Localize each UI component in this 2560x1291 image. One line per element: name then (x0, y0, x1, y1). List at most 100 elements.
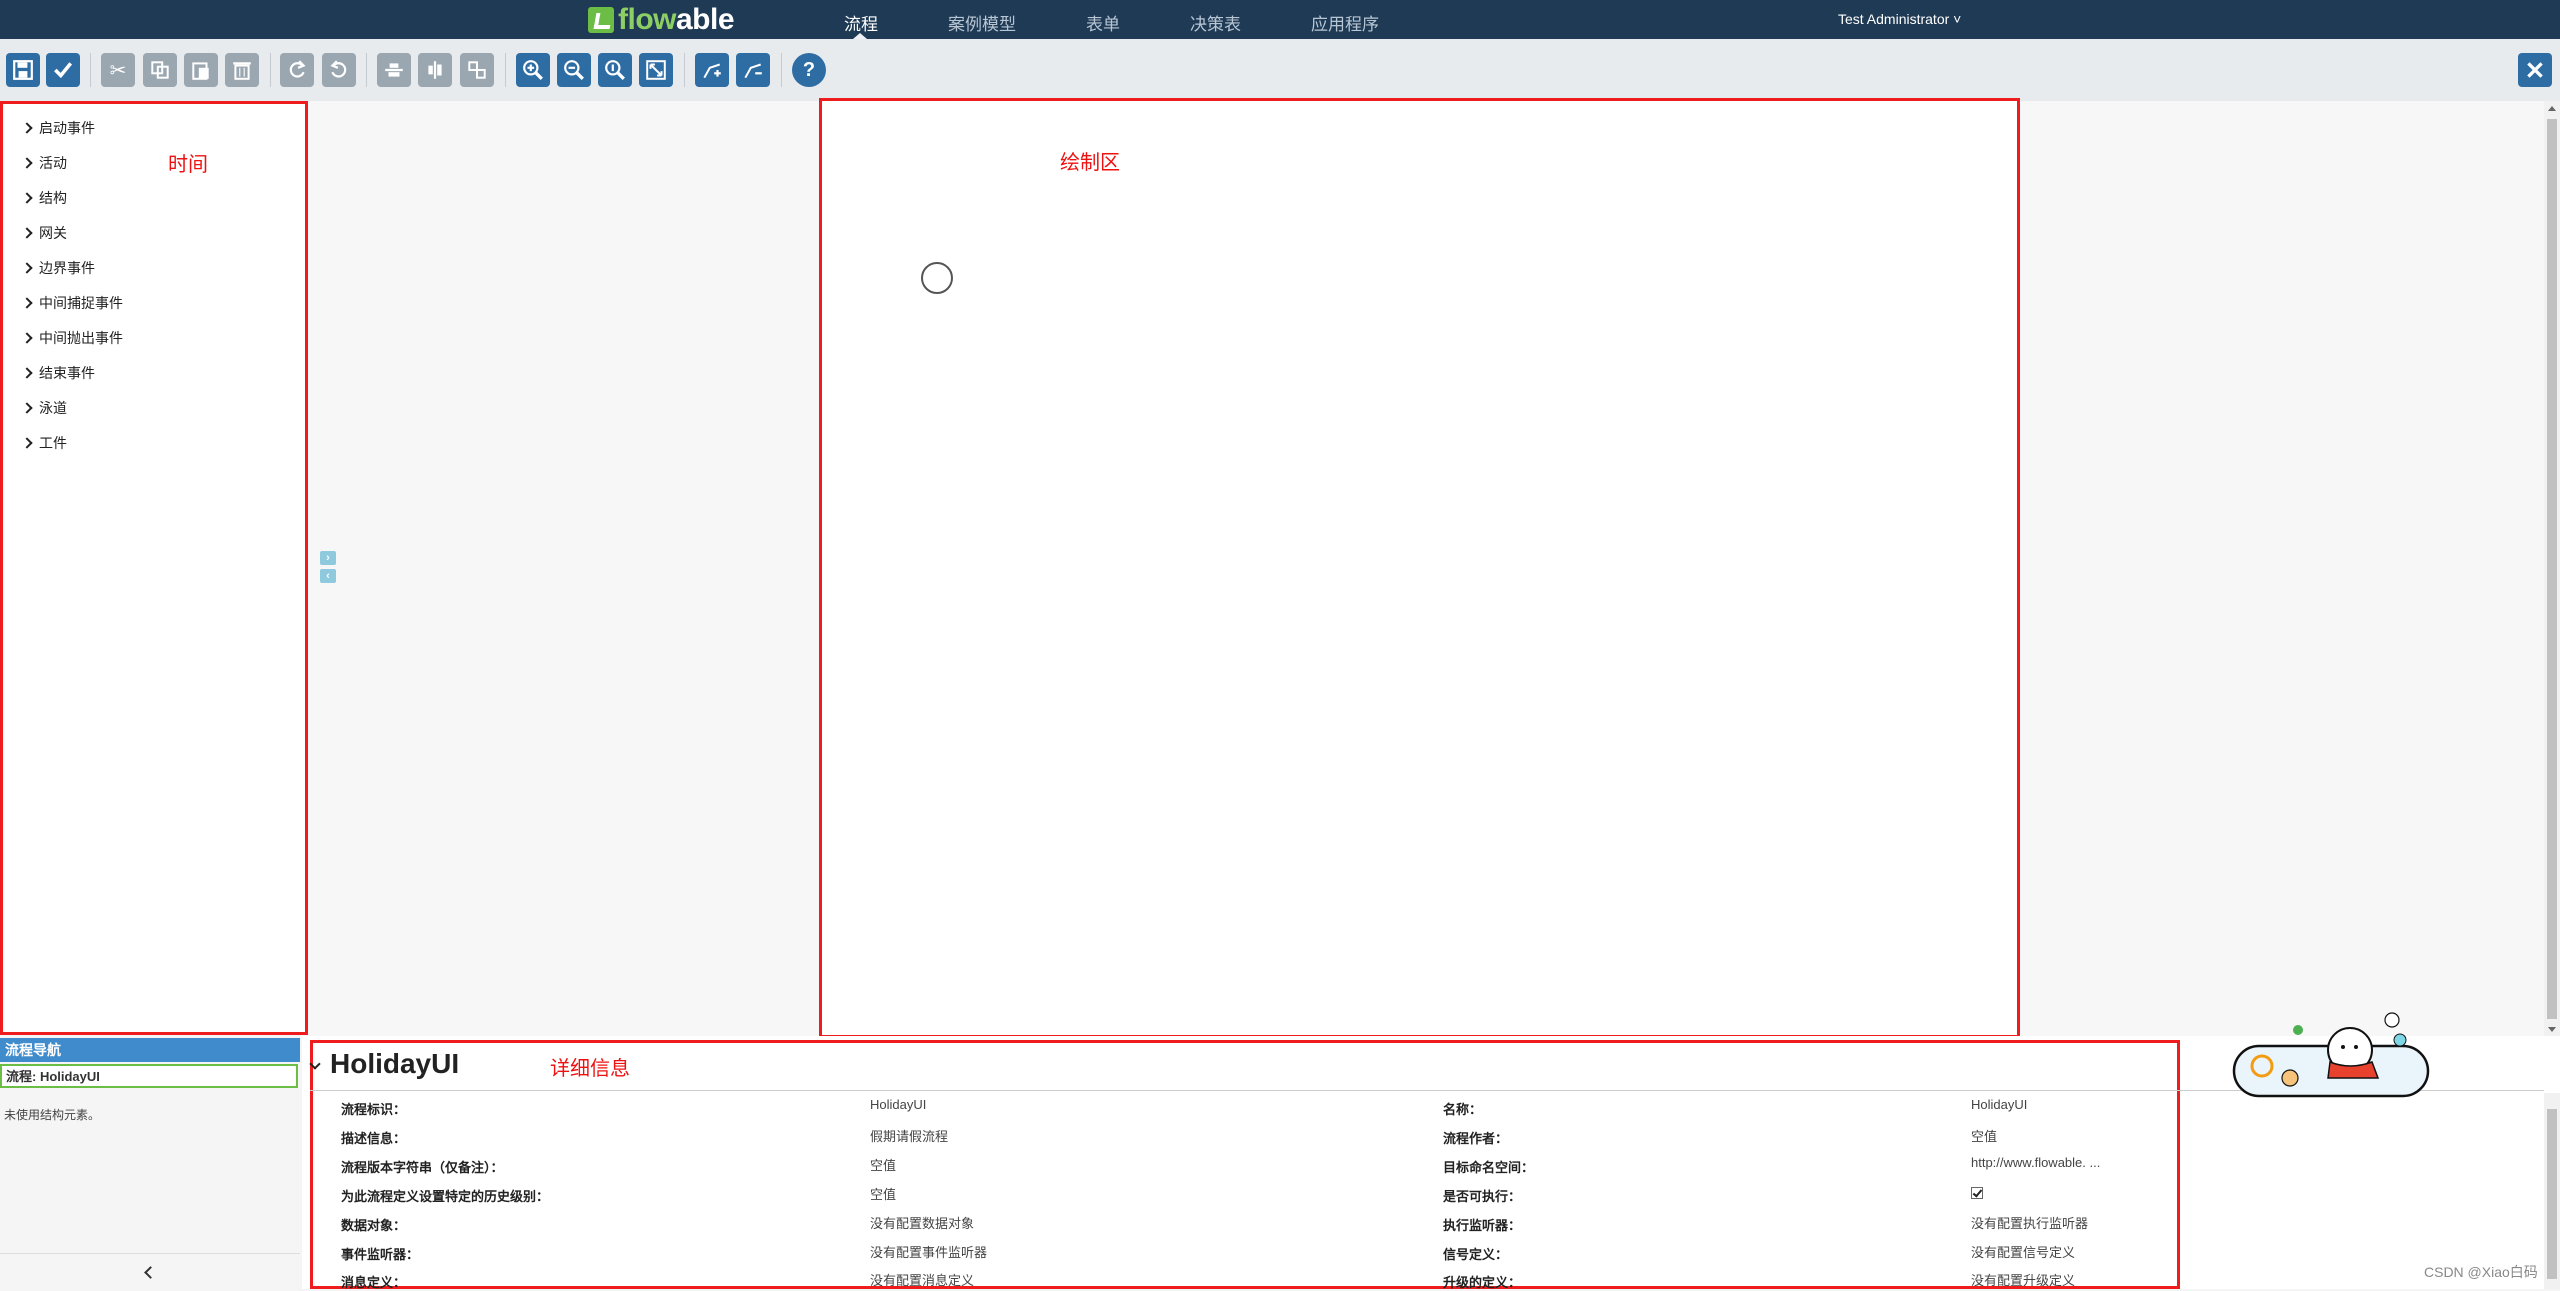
save-icon (13, 60, 33, 80)
prop-value-data-objects[interactable]: 没有配置数据对象 (870, 1213, 974, 1232)
cut-button[interactable]: ✂ (101, 53, 135, 87)
delete-button[interactable] (225, 53, 259, 87)
mascot-sticker (2232, 1012, 2430, 1098)
help-button[interactable]: ? (792, 53, 826, 87)
chevron-left-icon (144, 1266, 157, 1279)
tab-process[interactable]: 流程 (844, 10, 878, 35)
stencil-palette: 启动事件 活动 结构 网关 边界事件 中间捕捉事件 中间抛出事件 结束事件 泳道… (0, 101, 308, 1035)
redo-button[interactable] (280, 53, 314, 87)
prop-value-namespace[interactable]: http://www.flowable. ... (1971, 1155, 2100, 1170)
chevron-right-icon (21, 402, 33, 414)
paste-icon (192, 62, 209, 80)
copy-button[interactable] (143, 53, 177, 87)
prop-value-process-id[interactable]: HolidayUI (870, 1097, 926, 1112)
chevron-right-icon (21, 367, 33, 379)
chevron-right-icon (21, 192, 33, 204)
process-title: HolidayUI (330, 1048, 460, 1079)
prop-value-escalation-definitions[interactable]: 没有配置升级定义 (1971, 1270, 2075, 1289)
palette-group-structural[interactable]: 结构 (21, 188, 67, 208)
toolbar-separator (505, 53, 506, 87)
palette-collapse-toggle[interactable]: › ‹ (320, 551, 336, 587)
bendpoint-add-button[interactable] (695, 53, 729, 87)
flowable-logo[interactable]: flowable (588, 3, 735, 37)
palette-group-label: 泳道 (39, 400, 67, 416)
prop-label-description: 描述信息： (341, 1131, 407, 1146)
close-editor-button[interactable] (2518, 53, 2552, 87)
palette-group-intermediate-catching-events[interactable]: 中间捕捉事件 (21, 293, 123, 313)
align-horizontal-button[interactable] (377, 53, 411, 87)
zoom-in-button[interactable] (516, 53, 550, 87)
top-navbar: flowable 流程 案例模型 表单 决策表 应用程序 Test Admini… (0, 0, 2560, 39)
cut-icon: ✂ (109, 59, 127, 82)
palette-annotation: 时间 (168, 154, 208, 176)
prop-value-description[interactable]: 假期请假流程 (870, 1126, 948, 1145)
prop-label-signal-definitions: 信号定义： (1443, 1247, 1509, 1262)
close-icon (2527, 62, 2543, 78)
zoom-out-button[interactable] (557, 53, 591, 87)
tab-forms[interactable]: 表单 (1086, 10, 1120, 35)
scrollbar-thumb[interactable] (2547, 119, 2557, 1019)
zoom-fit-button[interactable] (639, 53, 673, 87)
palette-group-label: 网关 (39, 225, 67, 241)
save-button[interactable] (6, 53, 40, 87)
paste-button[interactable] (184, 53, 218, 87)
executable-checkbox[interactable] (1971, 1187, 1983, 1199)
align-horizontal-icon (385, 63, 403, 77)
navigator-collapse[interactable] (0, 1253, 300, 1290)
align-vertical-icon (428, 61, 442, 79)
prop-value-name[interactable]: HolidayUI (1971, 1097, 2027, 1112)
editor-toolbar: ✂ ? (0, 39, 2560, 102)
prop-label-process-id: 流程标识： (341, 1102, 407, 1117)
undo-button[interactable] (322, 53, 356, 87)
toolbar-separator (366, 53, 367, 87)
chevron-left-icon[interactable]: ‹ (320, 569, 336, 583)
palette-group-artifacts[interactable]: 工件 (21, 433, 67, 453)
palette-group-label: 结构 (39, 190, 67, 206)
navigator-process-item[interactable]: 流程: HolidayUI (0, 1064, 298, 1088)
properties-scrollbar[interactable] (2544, 1093, 2560, 1289)
palette-group-swimlanes[interactable]: 泳道 (21, 398, 67, 418)
align-vertical-button[interactable] (418, 53, 452, 87)
prop-label-author: 流程作者： (1443, 1131, 1509, 1146)
scroll-down-icon[interactable] (2548, 1027, 2556, 1032)
prop-label-execution-listeners: 执行监听器： (1443, 1218, 1522, 1233)
copy-icon (151, 61, 169, 79)
bendpoint-remove-button[interactable] (736, 53, 770, 87)
prop-value-event-listeners[interactable]: 没有配置事件监听器 (870, 1242, 987, 1261)
validate-button[interactable] (46, 53, 80, 87)
prop-value-history-level[interactable]: 空值 (870, 1184, 896, 1203)
prop-value-message-definitions[interactable]: 没有配置消息定义 (870, 1270, 974, 1289)
palette-group-activities[interactable]: 活动 (21, 153, 67, 173)
palette-group-label: 工件 (39, 435, 67, 451)
palette-group-intermediate-throwing-events[interactable]: 中间抛出事件 (21, 328, 123, 348)
toolbar-separator (90, 53, 91, 87)
prop-value-signal-definitions[interactable]: 没有配置信号定义 (1971, 1242, 2075, 1261)
chevron-right-icon (21, 297, 33, 309)
chevron-right-icon[interactable]: › (320, 551, 336, 565)
palette-group-end-events[interactable]: 结束事件 (21, 363, 95, 383)
start-event-shape[interactable] (921, 262, 953, 294)
toolbar-separator (684, 53, 685, 87)
chevron-right-icon (21, 332, 33, 344)
watermark-text: CSDN @Xiao白码 (2424, 1264, 2538, 1280)
palette-group-boundary-events[interactable]: 边界事件 (21, 258, 95, 278)
scroll-up-icon[interactable] (2548, 106, 2556, 111)
prop-value-execution-listeners[interactable]: 没有配置执行监听器 (1971, 1213, 2088, 1232)
zoom-actual-button[interactable] (598, 53, 632, 87)
prop-value-version[interactable]: 空值 (870, 1155, 896, 1174)
canvas-scrollbar[interactable] (2544, 101, 2560, 1036)
tab-apps[interactable]: 应用程序 (1311, 10, 1379, 35)
prop-label-executable: 是否可执行： (1443, 1189, 1522, 1204)
palette-group-start-events[interactable]: 启动事件 (21, 118, 95, 138)
palette-group-gateways[interactable]: 网关 (21, 223, 67, 243)
tab-decision-tables[interactable]: 决策表 (1190, 10, 1241, 35)
zoom-fit-icon (646, 60, 666, 80)
drawing-canvas[interactable]: 绘制区 (819, 98, 2020, 1038)
scrollbar-thumb[interactable] (2547, 1109, 2557, 1279)
same-size-button[interactable] (460, 53, 494, 87)
toolbar-separator (270, 53, 271, 87)
bendpoint-remove-icon (744, 63, 762, 79)
user-menu[interactable]: Test Administrator ˅ (1838, 11, 1961, 27)
prop-value-author[interactable]: 空值 (1971, 1126, 1997, 1145)
tab-case-models[interactable]: 案例模型 (948, 10, 1016, 35)
